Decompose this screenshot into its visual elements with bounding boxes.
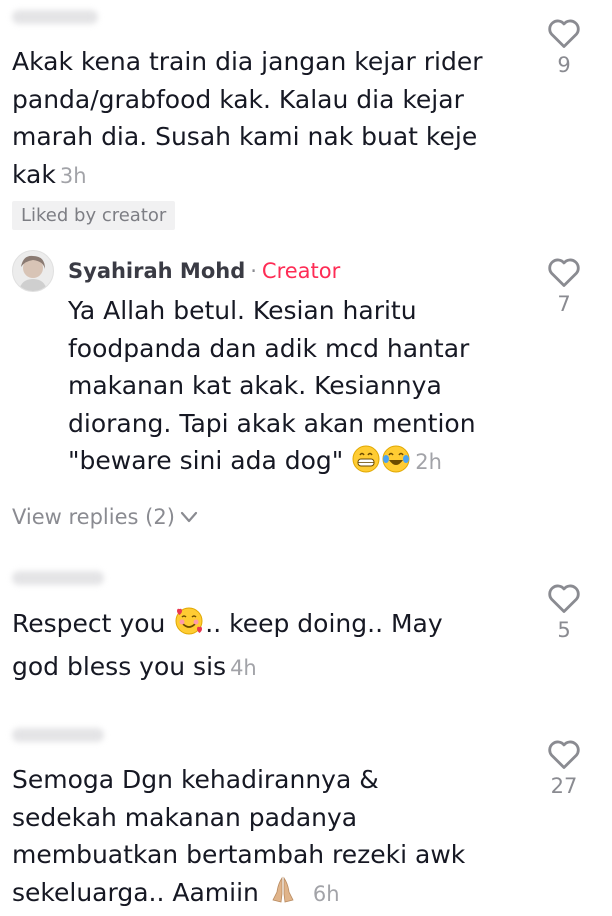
like-count: 27 xyxy=(542,774,586,798)
like-count: 7 xyxy=(542,292,586,316)
comment-text: Akak kena train dia jangan kejar rider p… xyxy=(12,43,532,195)
comment-time: 6h xyxy=(313,882,340,906)
heart-outline-icon xyxy=(547,256,581,288)
heart-outline-icon xyxy=(547,582,581,614)
blurred-username xyxy=(12,571,104,585)
like-button[interactable]: 27 xyxy=(542,738,586,798)
reply-text: Ya Allah betul. Kesian haritu foodpanda … xyxy=(68,292,538,485)
heart-outline-icon xyxy=(547,17,581,49)
reply-time: 2h xyxy=(415,450,442,474)
comment-time: 3h xyxy=(60,164,87,188)
avatar[interactable] xyxy=(12,250,54,292)
liked-by-creator-badge: Liked by creator xyxy=(12,201,175,230)
chevron-down-icon xyxy=(179,507,199,527)
like-button[interactable]: 9 xyxy=(542,17,586,77)
like-count: 5 xyxy=(542,618,586,642)
like-button[interactable]: 5 xyxy=(542,582,586,642)
blurred-username xyxy=(12,10,98,24)
comment-time: 4h xyxy=(230,656,257,680)
praying-hands-icon xyxy=(267,874,299,916)
creator-label: Creator xyxy=(262,259,340,283)
tears-of-joy-icon xyxy=(381,444,411,485)
blurred-username xyxy=(12,728,104,742)
grinning-face-icon xyxy=(351,444,381,485)
like-count: 9 xyxy=(542,53,586,77)
reply-header: Syahirah Mohd·Creator xyxy=(68,257,340,285)
view-replies-button[interactable]: View replies (2) xyxy=(12,505,199,529)
separator-dot: · xyxy=(250,259,257,283)
comment-text: Respect you .. keep doing.. May god bles… xyxy=(12,605,532,687)
reply-author[interactable]: Syahirah Mohd xyxy=(68,259,245,283)
heart-outline-icon xyxy=(547,738,581,770)
like-button[interactable]: 7 xyxy=(542,256,586,316)
comment-text: Semoga Dgn kehadirannya & sedekah makana… xyxy=(12,761,542,916)
smiling-face-with-hearts-icon xyxy=(173,605,205,648)
